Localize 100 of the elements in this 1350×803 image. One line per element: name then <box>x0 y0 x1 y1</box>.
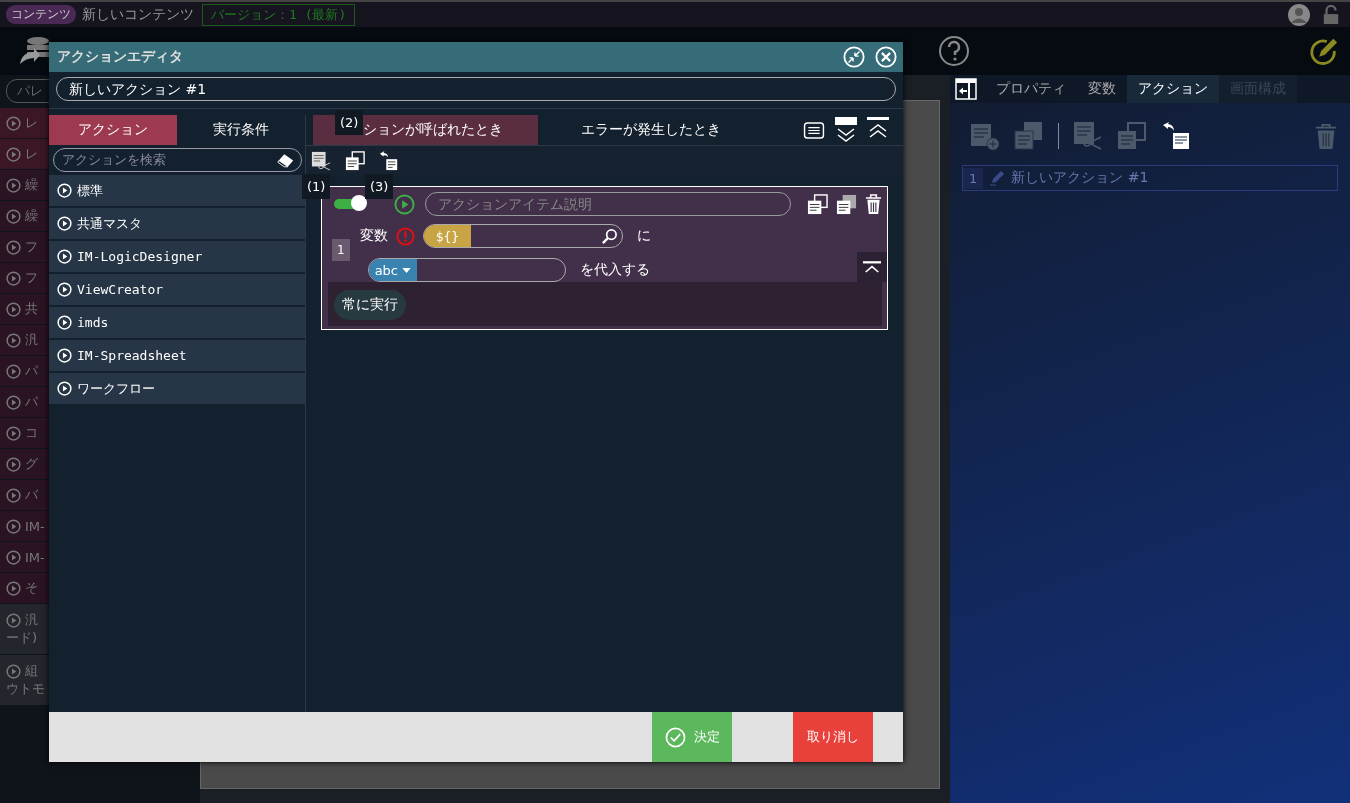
palette-item-label: バ <box>25 486 38 504</box>
play-icon <box>6 146 21 162</box>
play-icon <box>6 425 21 441</box>
copy-icon[interactable] <box>807 193 828 215</box>
category-label: IM-Spreadsheet <box>77 348 187 363</box>
play-icon <box>57 282 72 297</box>
item-number: 1 <box>332 239 350 261</box>
pencil-icon <box>989 170 1006 186</box>
type-dropdown[interactable]: abc <box>368 259 417 281</box>
search-icon[interactable] <box>600 227 618 245</box>
event-tab[interactable]: エラーが発生したとき <box>538 115 763 145</box>
unlock-icon[interactable] <box>1322 4 1340 25</box>
palette-item-label: 組 <box>25 662 38 680</box>
shrink-icon[interactable] <box>843 46 865 68</box>
play-icon <box>6 301 21 317</box>
collapse-button[interactable] <box>857 252 887 282</box>
expand-all-icon[interactable] <box>835 117 857 143</box>
particle-text: に <box>636 227 651 245</box>
caret-icon <box>402 267 411 273</box>
play-icon <box>6 663 21 679</box>
play-icon <box>6 332 21 348</box>
panel-tab[interactable]: プロパティ <box>985 75 1077 103</box>
duplicate-icon[interactable] <box>836 193 857 215</box>
play-icon <box>6 549 21 565</box>
play-icon <box>6 239 21 255</box>
annotation-label: (1) <box>302 174 331 199</box>
category-label: IM-LogicDesigner <box>77 249 203 264</box>
collapse-icon <box>863 260 881 274</box>
category-item[interactable]: 共通マスタ <box>49 208 305 239</box>
tab[interactable]: 実行条件 <box>177 115 305 145</box>
category-label: 標準 <box>77 181 103 200</box>
play-icon <box>6 270 21 286</box>
category-item[interactable]: IM-Spreadsheet <box>49 340 305 371</box>
category-label: ViewCreator <box>77 282 164 297</box>
copy-icon[interactable] <box>345 151 365 171</box>
palette-item-label: グ <box>25 455 38 473</box>
palette-item-label: 汎 <box>25 611 38 629</box>
play-icon <box>57 348 72 363</box>
check-icon <box>664 726 686 748</box>
palette-item-label: そ <box>25 579 38 597</box>
palette-item-label: フ <box>25 238 38 256</box>
collapse-panel-icon[interactable] <box>955 78 977 100</box>
palette-item-label: 汎 <box>25 331 38 349</box>
close-icon[interactable] <box>875 46 897 68</box>
panel-tab[interactable]: 変数 <box>1077 75 1127 103</box>
content-title: 新しいコンテンツ <box>82 5 194 24</box>
category-label: imds <box>77 315 109 330</box>
play-icon <box>57 216 72 231</box>
paste-icon[interactable] <box>379 151 399 171</box>
error-icon <box>395 226 415 246</box>
action-list-item[interactable]: 1 新しいアクション #1 <box>962 165 1338 191</box>
palette-item-label: 繰 <box>25 176 38 194</box>
play-icon <box>6 518 21 534</box>
dialog-title: アクションエディタ <box>57 48 183 66</box>
annotation-label: (3) <box>365 174 394 199</box>
palette-item-label: コ <box>25 424 38 442</box>
version-label: バージョン：1 (最新) <box>202 3 356 26</box>
panel-tab[interactable]: アクション <box>1127 75 1219 103</box>
palette-item-label: ウトモ <box>6 680 46 698</box>
edit-icon[interactable] <box>1308 36 1338 66</box>
category-item[interactable]: 標準 <box>49 175 305 206</box>
play-icon <box>57 315 72 330</box>
play-icon <box>6 177 21 193</box>
paste-icon[interactable] <box>1161 121 1191 151</box>
palette-item-label: レ <box>25 114 38 132</box>
play-icon <box>6 456 21 472</box>
play-icon <box>6 394 21 410</box>
list-icon[interactable] <box>803 121 825 139</box>
category-item[interactable]: imds <box>49 307 305 338</box>
category-label: ワークフロー <box>77 379 155 398</box>
palette-item-label: フ <box>25 269 38 287</box>
cut-icon[interactable] <box>311 151 331 171</box>
play-icon <box>57 183 72 198</box>
user-avatar-icon[interactable] <box>1288 3 1310 26</box>
play-icon <box>6 612 21 628</box>
play-icon <box>57 249 72 264</box>
play-icon <box>6 115 21 131</box>
play-icon <box>6 487 21 503</box>
play-icon <box>6 208 21 224</box>
action-number: 1 <box>963 167 984 189</box>
run-icon[interactable] <box>394 193 415 215</box>
action-name: 新しいアクション #1 <box>1011 169 1149 187</box>
condition-chip[interactable]: 常に実行 <box>334 290 406 320</box>
dialog-button[interactable]: 取り消し <box>793 712 873 762</box>
category-item[interactable]: ワークフロー <box>49 373 305 404</box>
palette-item-label: レ <box>25 145 38 163</box>
palette-item-label: ード) <box>6 629 39 647</box>
content-badge: コンテンツ <box>6 5 76 24</box>
annotation-label: (2) <box>335 110 364 135</box>
palette-item-label: 共 <box>25 300 38 318</box>
eraser-icon[interactable] <box>277 152 295 168</box>
trash-icon[interactable] <box>865 193 882 215</box>
palette-item-label: IM- <box>25 549 45 565</box>
palette-item-label: IM- <box>25 518 45 534</box>
assign-text: を代入する <box>579 261 650 279</box>
tab[interactable]: アクション <box>49 115 177 145</box>
category-item[interactable]: IM-LogicDesigner <box>49 241 305 272</box>
play-icon <box>6 580 21 596</box>
category-item[interactable]: ViewCreator <box>49 274 305 305</box>
help-icon[interactable] <box>938 35 970 67</box>
